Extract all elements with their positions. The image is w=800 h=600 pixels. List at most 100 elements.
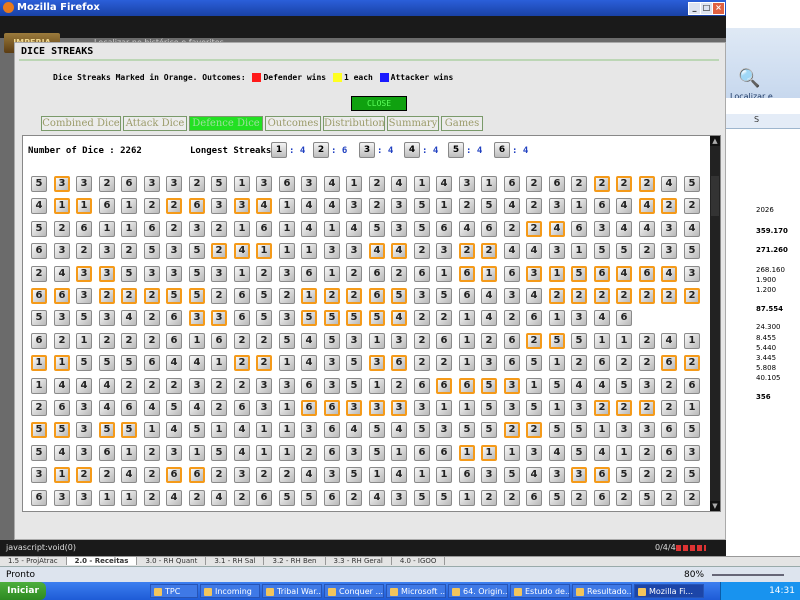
sheet-tab[interactable]: 3.1 - RH Sal [206,557,265,565]
die-face: 1 [234,266,250,282]
taskbar-button[interactable]: Microsoft ... [386,584,446,598]
tab-summary[interactable]: Summary [387,116,439,131]
sheet-tab[interactable]: 3.3 - RH Geral [326,557,392,565]
sheet-tab[interactable]: 3.0 - RH Quant [137,557,207,565]
die-face: 2 [414,243,430,259]
die-face: 6 [301,266,317,282]
die-face: 2 [76,467,92,483]
tab-games[interactable]: Games [441,116,483,131]
excel-cell[interactable]: 356 [756,393,771,401]
die-face: 1 [301,288,317,304]
taskbar-button[interactable]: 64. Origin... [448,584,508,598]
taskbar-button[interactable]: Resultado... [572,584,632,598]
vertical-scrollbar[interactable]: ▲ ▼ [710,136,720,511]
excel-cell[interactable]: 1.200 [756,286,776,294]
die-face: 5 [549,333,565,349]
excel-cell[interactable]: 24.300 [756,323,781,331]
scroll-down-arrow-icon[interactable]: ▼ [710,501,720,511]
die-face: 3 [166,266,182,282]
sheet-tab[interactable]: 1.5 - ProjAtrac [0,557,67,565]
excel-cell[interactable]: 268.160 [756,266,785,274]
sheet-tab[interactable]: 3.2 - RH Ben [264,557,326,565]
die-face: 3 [76,400,92,416]
die-face: 3 [571,310,587,326]
start-button[interactable]: Iniciar [0,582,46,600]
die-face: 3 [189,310,205,326]
die-face: 5 [324,333,340,349]
die-face: 6 [391,355,407,371]
taskbar-button[interactable]: Tribal War... [262,584,322,598]
die-face: 5 [481,378,497,394]
column-header[interactable]: S [726,114,800,129]
tab-distribution[interactable]: Distribution [323,116,385,131]
die-face: 5 [684,176,700,192]
die-face: 2 [144,445,160,461]
die-face: 1 [459,333,475,349]
die-face: 2 [504,490,520,506]
die-face: 1 [121,490,137,506]
die-face: 5 [189,422,205,438]
die-face: 3 [256,400,272,416]
die-face: 5 [99,422,115,438]
streak-die-5: 5 [448,142,464,158]
die-face: 1 [234,176,250,192]
window-title: Mozilla Firefox [17,2,100,13]
excel-cell[interactable]: 271.260 [756,246,788,254]
die-face: 3 [639,422,655,438]
die-face: 4 [31,198,47,214]
tab-outcomes[interactable]: Outcomes [265,116,321,131]
die-face: 2 [346,266,362,282]
excel-cell[interactable]: 359.170 [756,227,788,235]
die-face: 3 [481,467,497,483]
die-face: 6 [594,266,610,282]
formula-bar[interactable] [726,98,800,115]
die-face: 3 [99,243,115,259]
scroll-thumb[interactable] [711,176,719,216]
tab-defence-dice[interactable]: Defence Dice [189,116,263,131]
die-face: 1 [279,422,295,438]
die-face: 6 [166,333,182,349]
die-face: 1 [279,198,295,214]
die-face: 2 [594,176,610,192]
binoculars-icon[interactable]: 🔍 [738,68,760,89]
die-face: 5 [166,288,182,304]
sheet-tab[interactable]: 4.0 - IGOO [392,557,446,565]
excel-cell[interactable]: 1.900 [756,276,776,284]
die-face: 3 [684,266,700,282]
excel-cell[interactable]: 5.808 [756,364,776,372]
excel-cell[interactable]: 40.105 [756,374,781,382]
close-button[interactable]: CLOSE [351,96,407,111]
die-face: 4 [166,490,182,506]
scroll-up-arrow-icon[interactable]: ▲ [710,136,720,146]
close-window-button[interactable]: × [712,2,725,15]
tab-attack-dice[interactable]: Attack Dice [123,116,187,131]
legend-swatch-defender [252,73,262,82]
taskbar-button[interactable]: Mozilla Fi... [634,584,704,598]
die-face: 1 [76,333,92,349]
excel-cell[interactable]: 5.440 [756,344,776,352]
excel-cell[interactable]: 8.455 [756,334,776,342]
excel-cell[interactable]: 87.554 [756,305,783,313]
zoom-slider[interactable] [712,574,784,576]
sheet-tab[interactable]: 2.0 - Receitas [66,557,138,565]
die-face: 2 [594,288,610,304]
tab-combined-dice[interactable]: Combined Dice [41,116,121,131]
die-face: 3 [279,378,295,394]
die-face: 3 [31,467,47,483]
die-face: 5 [369,445,385,461]
taskbar-button[interactable]: Conquer ... [324,584,384,598]
die-face: 3 [144,176,160,192]
die-face: 6 [526,490,542,506]
die-face: 4 [301,467,317,483]
firefox-window: Mozilla Firefox _ □ × IMPERIA Localizar … [0,0,726,556]
die-face: 6 [436,221,452,237]
die-face: 5 [414,221,430,237]
zoom-level[interactable]: 80% [684,567,704,583]
taskbar-button[interactable]: Estudo de... [510,584,570,598]
excel-cell[interactable]: 3.445 [756,354,776,362]
taskbar-button[interactable]: Incoming [200,584,260,598]
die-face: 6 [144,355,160,371]
excel-cell[interactable]: 2026 [756,206,774,214]
die-face: 5 [121,422,137,438]
taskbar-button[interactable]: TPC [150,584,198,598]
